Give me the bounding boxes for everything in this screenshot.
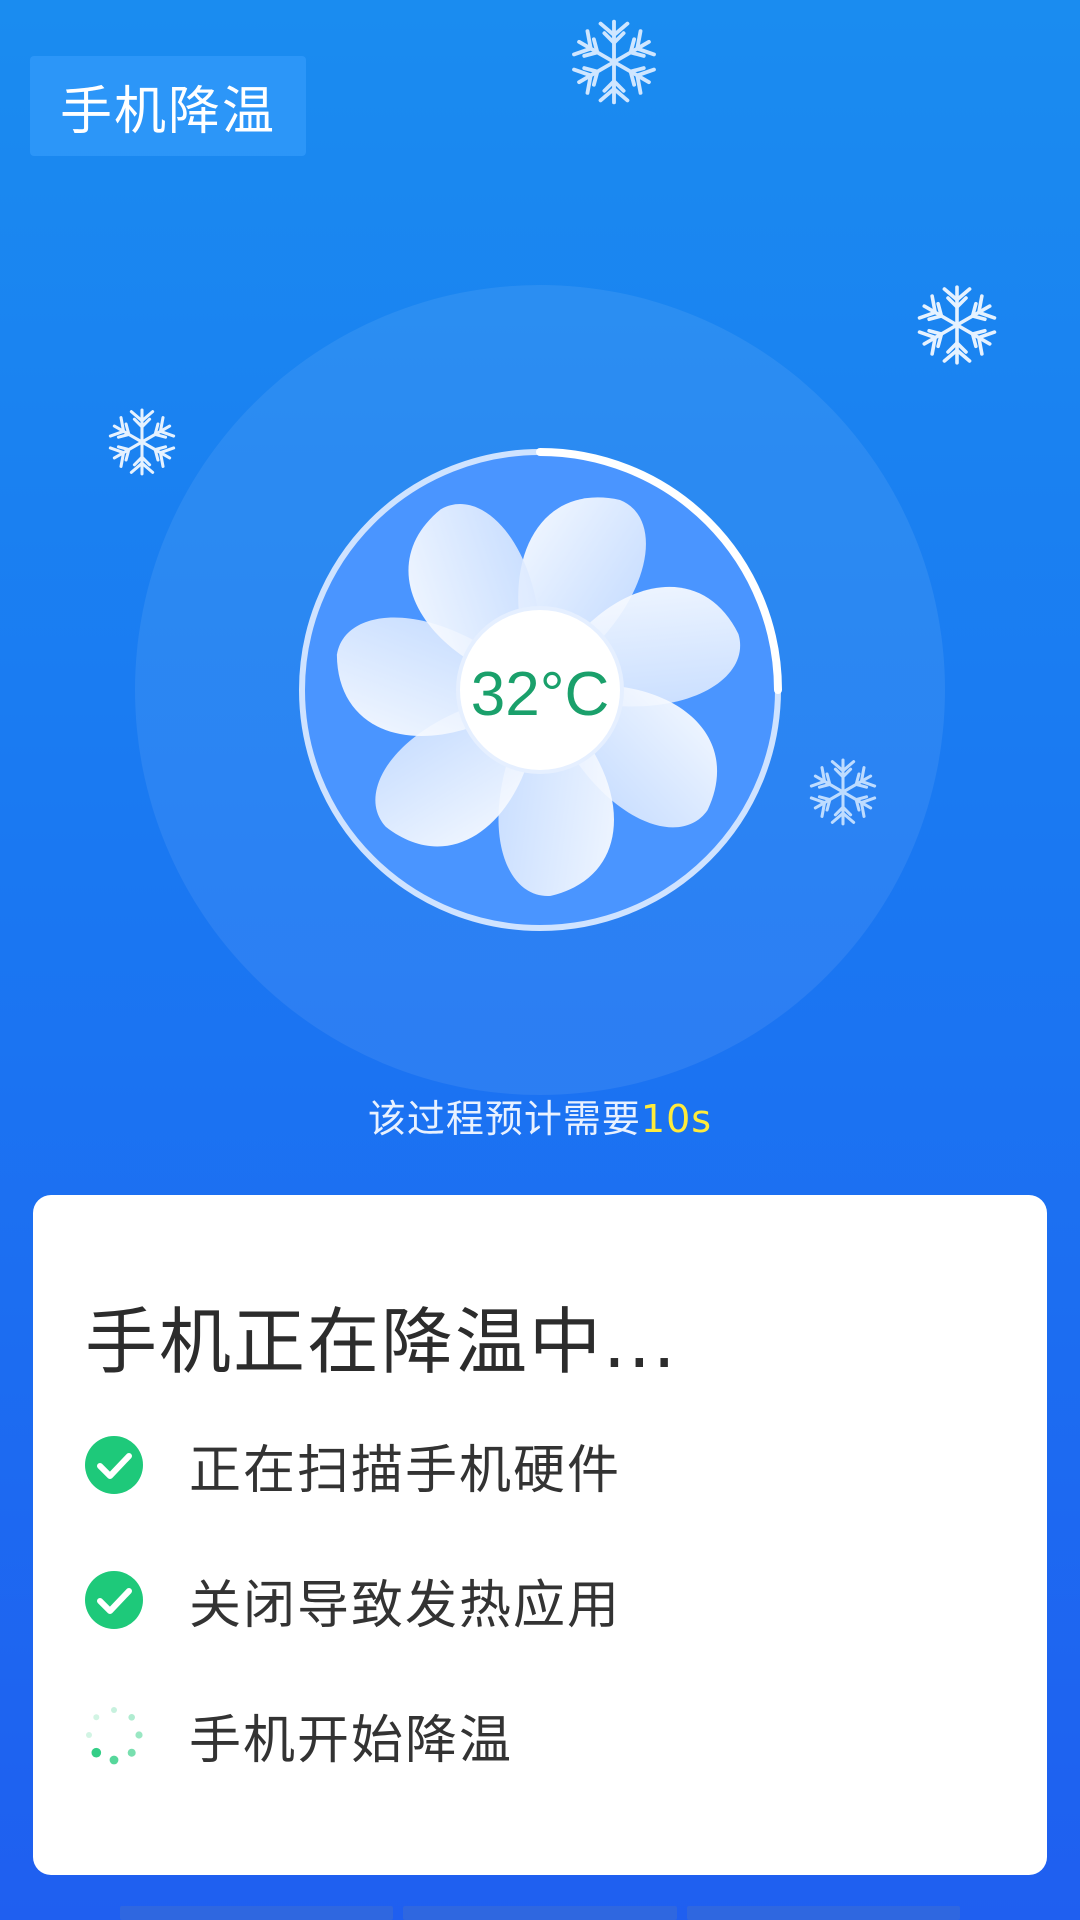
duration-note-prefix: 该过程预计需要 xyxy=(367,1097,641,1141)
loading-spinner-icon xyxy=(86,1707,143,1765)
title-chip: 手机降温 xyxy=(30,56,306,156)
fan: 32°C xyxy=(290,440,790,940)
snowflake-icon xyxy=(916,285,998,365)
step-item: 手机开始降温 xyxy=(83,1700,514,1771)
temperature-readout: 32°C xyxy=(471,660,610,729)
duration-note: 该过程预计需要10s xyxy=(0,1088,1080,1143)
snowflake-icon xyxy=(570,19,658,105)
step-label: 正在扫描手机硬件 xyxy=(189,1440,622,1501)
step-label: 手机开始降温 xyxy=(189,1710,514,1771)
duration-time: 10s xyxy=(640,1097,713,1141)
bottom-tab xyxy=(120,1906,394,1920)
check-circle-icon xyxy=(85,1436,143,1494)
card-title: 手机正在降温中... xyxy=(85,1300,678,1384)
page-title: 手机降温 xyxy=(59,81,276,142)
bottom-tab-strip xyxy=(120,1906,960,1920)
step-item: 关闭导致发热应用 xyxy=(83,1565,622,1636)
step-item: 正在扫描手机硬件 xyxy=(83,1430,622,1501)
check-circle-icon xyxy=(85,1571,143,1629)
status-card: 手机正在降温中... 正在扫描手机硬件 关闭导致发热应用 手机开始降温 xyxy=(33,1195,1047,1875)
bottom-tab xyxy=(403,1906,677,1920)
fan-icon: 32°C xyxy=(299,448,782,931)
step-label: 关闭导致发热应用 xyxy=(189,1575,622,1636)
bottom-tab xyxy=(686,1906,960,1920)
snowflake-icon xyxy=(107,408,177,476)
